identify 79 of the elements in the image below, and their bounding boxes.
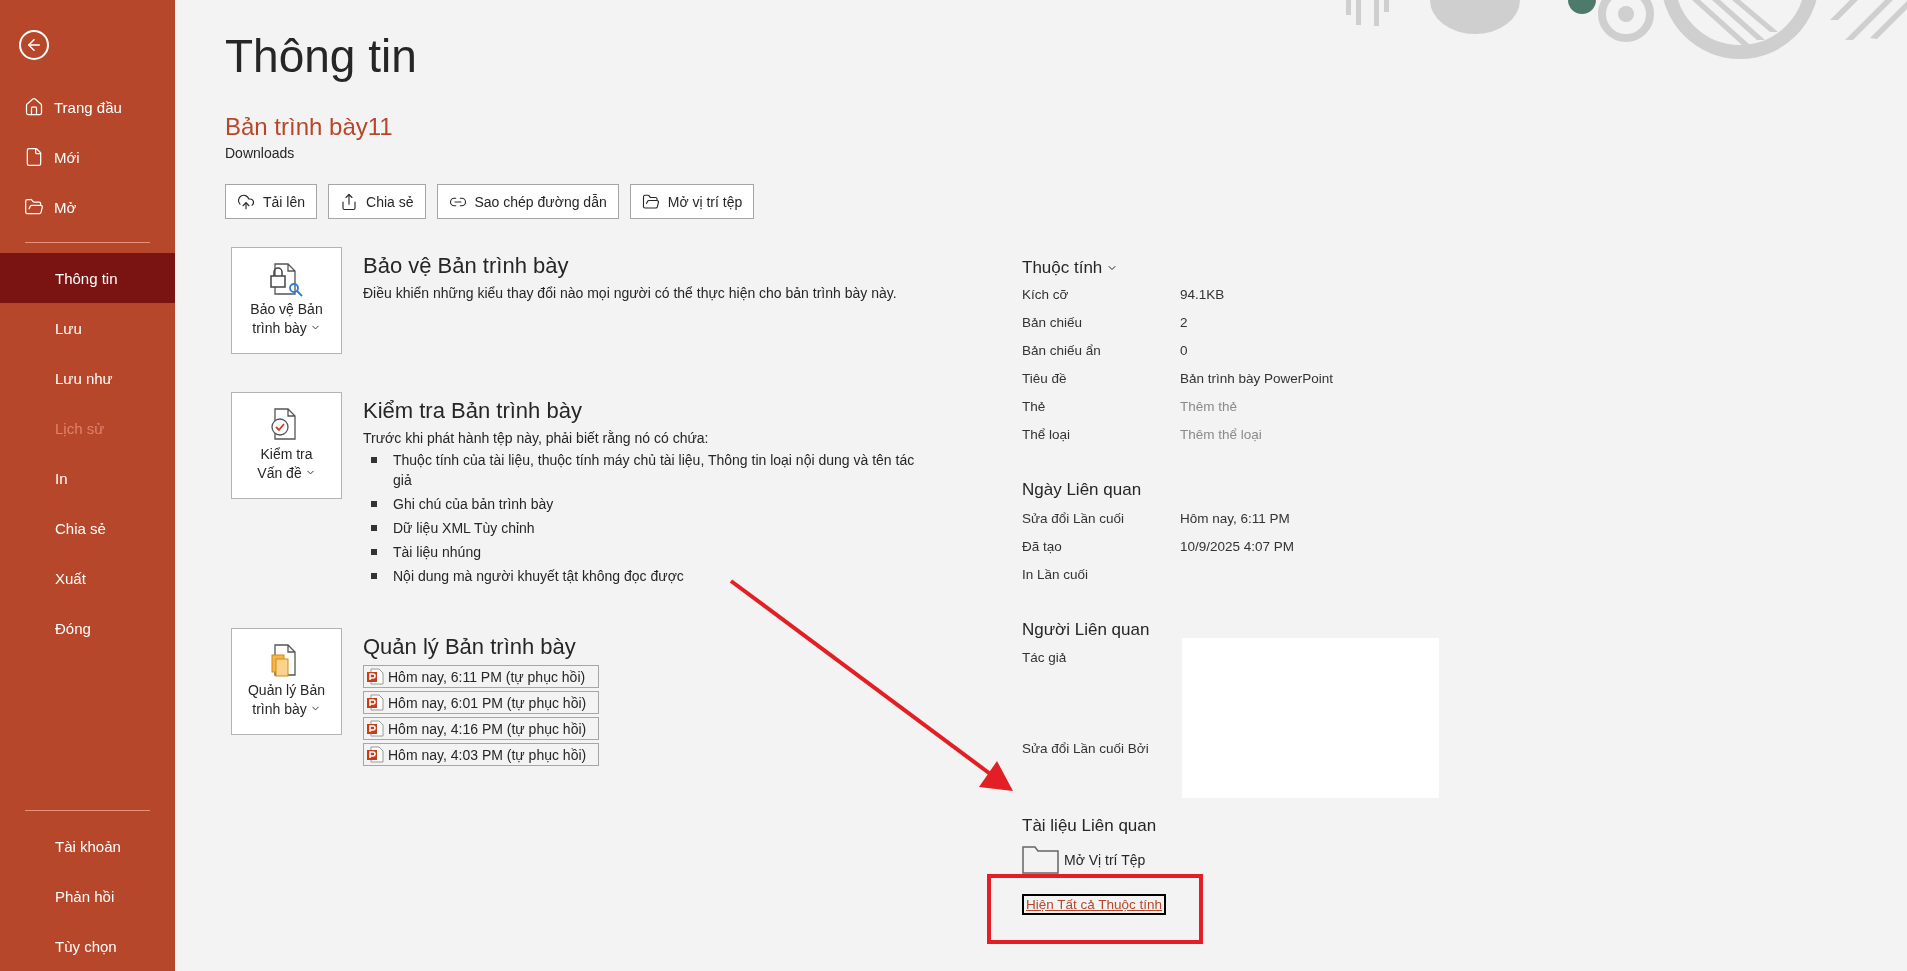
group-heading: Người Liên quan (1022, 619, 1151, 641)
share-icon (340, 192, 359, 211)
property-value: 0 (1180, 342, 1188, 358)
property-value: 94.1KB (1180, 286, 1225, 302)
property-value: 2 (1180, 314, 1188, 330)
sidebar-item[interactable]: In (0, 453, 175, 503)
property-value: Hôm nay, 6:11 PM (1180, 510, 1290, 526)
document-icon (24, 147, 44, 167)
section-description: Điều khiển những kiểu thay đổi nào mọi người có thể thực hiện cho bản trình bày này. (363, 284, 898, 303)
sidebar-item[interactable]: Mở (0, 182, 175, 232)
property-field[interactable]: Thêm thể loại (1180, 426, 1262, 442)
sidebar-item[interactable]: Tài khoản (0, 821, 175, 871)
bullet-text: Nội dung mà người khuyết tật không đọc được (393, 567, 684, 586)
bullet-icon (371, 573, 377, 579)
property-label: Tác giả (1022, 650, 1068, 665)
home-icon (24, 97, 44, 117)
document-name: Bản trình bày11 (225, 112, 394, 142)
sidebar-item[interactable]: Phản hồi (0, 871, 175, 921)
presentation-file-icon (366, 668, 384, 685)
folder-icon (1022, 846, 1060, 874)
bullet-icon (371, 501, 377, 507)
section-heading: Quản lý Bản trình bày (363, 633, 577, 661)
property-value: 10/9/2025 4:07 PM (1180, 538, 1295, 554)
page-title: Thông tin (225, 29, 417, 84)
bullet-icon (371, 549, 377, 555)
sidebar-item[interactable]: Lưu như (0, 353, 175, 403)
action-button[interactable]: Mở vị trí tệp (629, 184, 755, 219)
cloud-upload-icon (237, 192, 255, 211)
group-heading: Ngày Liên quan (1022, 479, 1143, 501)
properties-dropdown[interactable]: Thuộc tính (1022, 256, 1119, 280)
section-button[interactable]: Kiểm tra Vấn đề (231, 392, 342, 499)
bullet-text: Dữ liệu XML Tùy chỉnh (393, 519, 535, 538)
folder-icon (24, 197, 44, 217)
group-heading: Tài liệu Liên quan (1022, 815, 1158, 837)
property-label: In Lần cuối (1022, 566, 1090, 582)
action-button[interactable]: Chia sẻ (328, 184, 426, 219)
action-button[interactable]: Tải lên (225, 184, 318, 219)
version-item[interactable]: Hôm nay, 4:16 PM (tự phục hồi) (363, 717, 599, 740)
sidebar-item[interactable]: Tùy chọn (0, 921, 175, 971)
sidebar-item[interactable]: Mới (0, 132, 175, 182)
sidebar-item[interactable]: Lưu (0, 303, 175, 353)
section-button[interactable]: Bảo vệ Bản trình bày (231, 247, 342, 354)
property-label: Kích cỡ (1022, 286, 1070, 302)
property-label: Thẻ (1022, 398, 1047, 414)
section-description: Trước khi phát hành tệp này, phải biết rằng nó có chứa: (363, 429, 710, 448)
show-all-properties-link[interactable]: Hiện Tất cả Thuộc tính (1022, 894, 1167, 915)
property-field[interactable]: Thêm thẻ (1180, 398, 1238, 414)
property-label: Bản chiếu (1022, 314, 1084, 330)
property-value: Bản trình bày PowerPoint (1180, 370, 1334, 386)
version-item[interactable]: Hôm nay, 4:03 PM (tự phục hồi) (363, 743, 599, 766)
section-heading: Bảo vệ Bản trình bày (363, 252, 570, 280)
document-location: Downloads (225, 144, 296, 163)
bullet-text: Ghi chú của bản trình bày (393, 495, 554, 514)
section-heading: Kiểm tra Bản trình bày (363, 397, 583, 425)
section-button[interactable]: Quản lý Bản trình bày (231, 628, 342, 735)
property-label: Tiêu đề (1022, 370, 1068, 386)
bullet-text: Tài liệu nhúng (393, 543, 481, 562)
sidebar-item[interactable]: Thông tin (0, 253, 175, 303)
bullet-icon (371, 525, 377, 531)
folder-icon (641, 192, 660, 211)
property-label: Đã tạo (1022, 538, 1063, 554)
version-item[interactable]: Hôm nay, 6:01 PM (tự phục hồi) (363, 691, 599, 714)
presentation-file-icon (366, 720, 384, 737)
sidebar-item[interactable]: Trang đầu (0, 82, 175, 132)
presentation-file-icon (366, 746, 384, 763)
bullet-icon (371, 457, 377, 463)
bullet-text: Thuộc tính của tài liệu, thuộc tính máy chủ tài liệu, Thông tin loại nội dung và tên tác giả (393, 451, 916, 490)
open-location-link[interactable]: Mở Vị trí Tệp (1022, 846, 1146, 874)
property-label: Sửa đổi Lần cuối Bởi (1022, 741, 1150, 756)
version-item[interactable]: Hôm nay, 6:11 PM (tự phục hồi) (363, 665, 599, 688)
sidebar-item[interactable]: Đóng (0, 603, 175, 653)
presentation-file-icon (366, 694, 384, 711)
action-button[interactable]: Sao chép đường dẫn (436, 184, 619, 219)
sidebar-item[interactable]: Chia sẻ (0, 503, 175, 553)
property-label: Sửa đổi Lần cuối (1022, 510, 1126, 526)
property-label: Thể loại (1022, 426, 1072, 442)
back-button[interactable] (19, 30, 49, 60)
property-label: Bản chiếu ẩn (1022, 342, 1102, 358)
sidebar-item[interactable]: Xuất (0, 553, 175, 603)
